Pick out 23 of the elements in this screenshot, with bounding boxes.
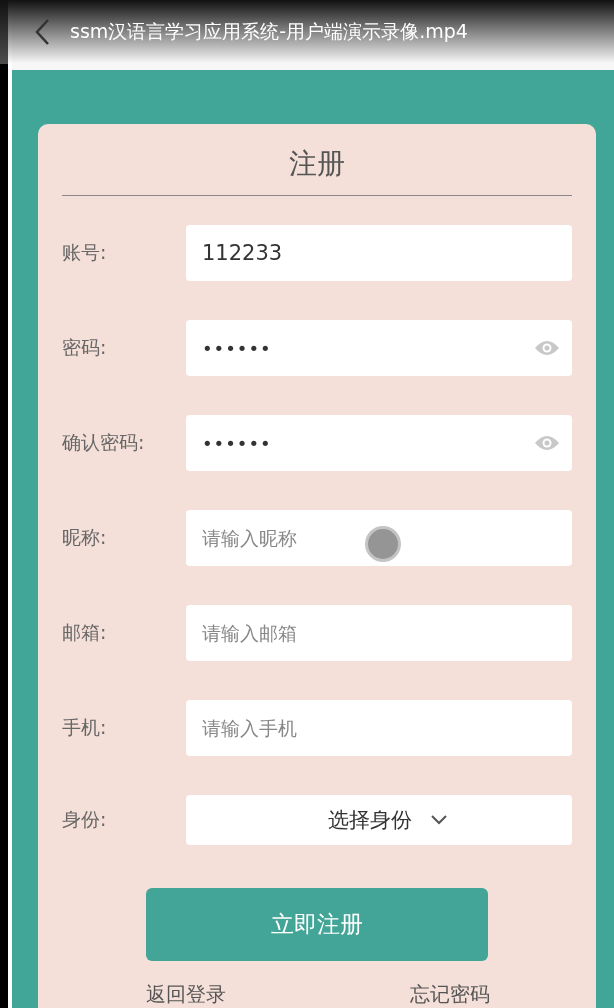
role-select[interactable]: 选择身份 [186,795,572,845]
eye-icon[interactable] [534,340,560,356]
input-field[interactable]: 请输入邮箱 [186,605,572,661]
field-label: 身份: [62,807,108,832]
field-label: 确认密码: [62,430,146,455]
form-title: 注册 [288,146,346,182]
input-field[interactable]: 请输入手机 [186,700,572,756]
field-label: 手机: [62,715,108,740]
field-label: 账号: [62,240,108,265]
link[interactable]: 忘记密码 [410,981,490,1008]
field-label: 邮箱: [62,620,108,645]
field-label: 昵称: [62,525,108,550]
field-label: 密码: [62,335,108,360]
touch-point-icon [364,525,402,563]
video-title: ssm汉语言学习应用系统-用户端演示录像.mp4 [70,19,468,44]
link[interactable]: 返回登录 [146,981,226,1008]
input-field[interactable]: •••••• [186,320,572,376]
input-field[interactable]: 112233 [186,225,572,281]
chevron-down-icon [430,815,448,825]
back-icon[interactable] [34,18,50,46]
eye-icon[interactable] [534,435,560,451]
input-field[interactable]: •••••• [186,415,572,471]
input-field[interactable]: 请输入昵称 [186,510,572,566]
